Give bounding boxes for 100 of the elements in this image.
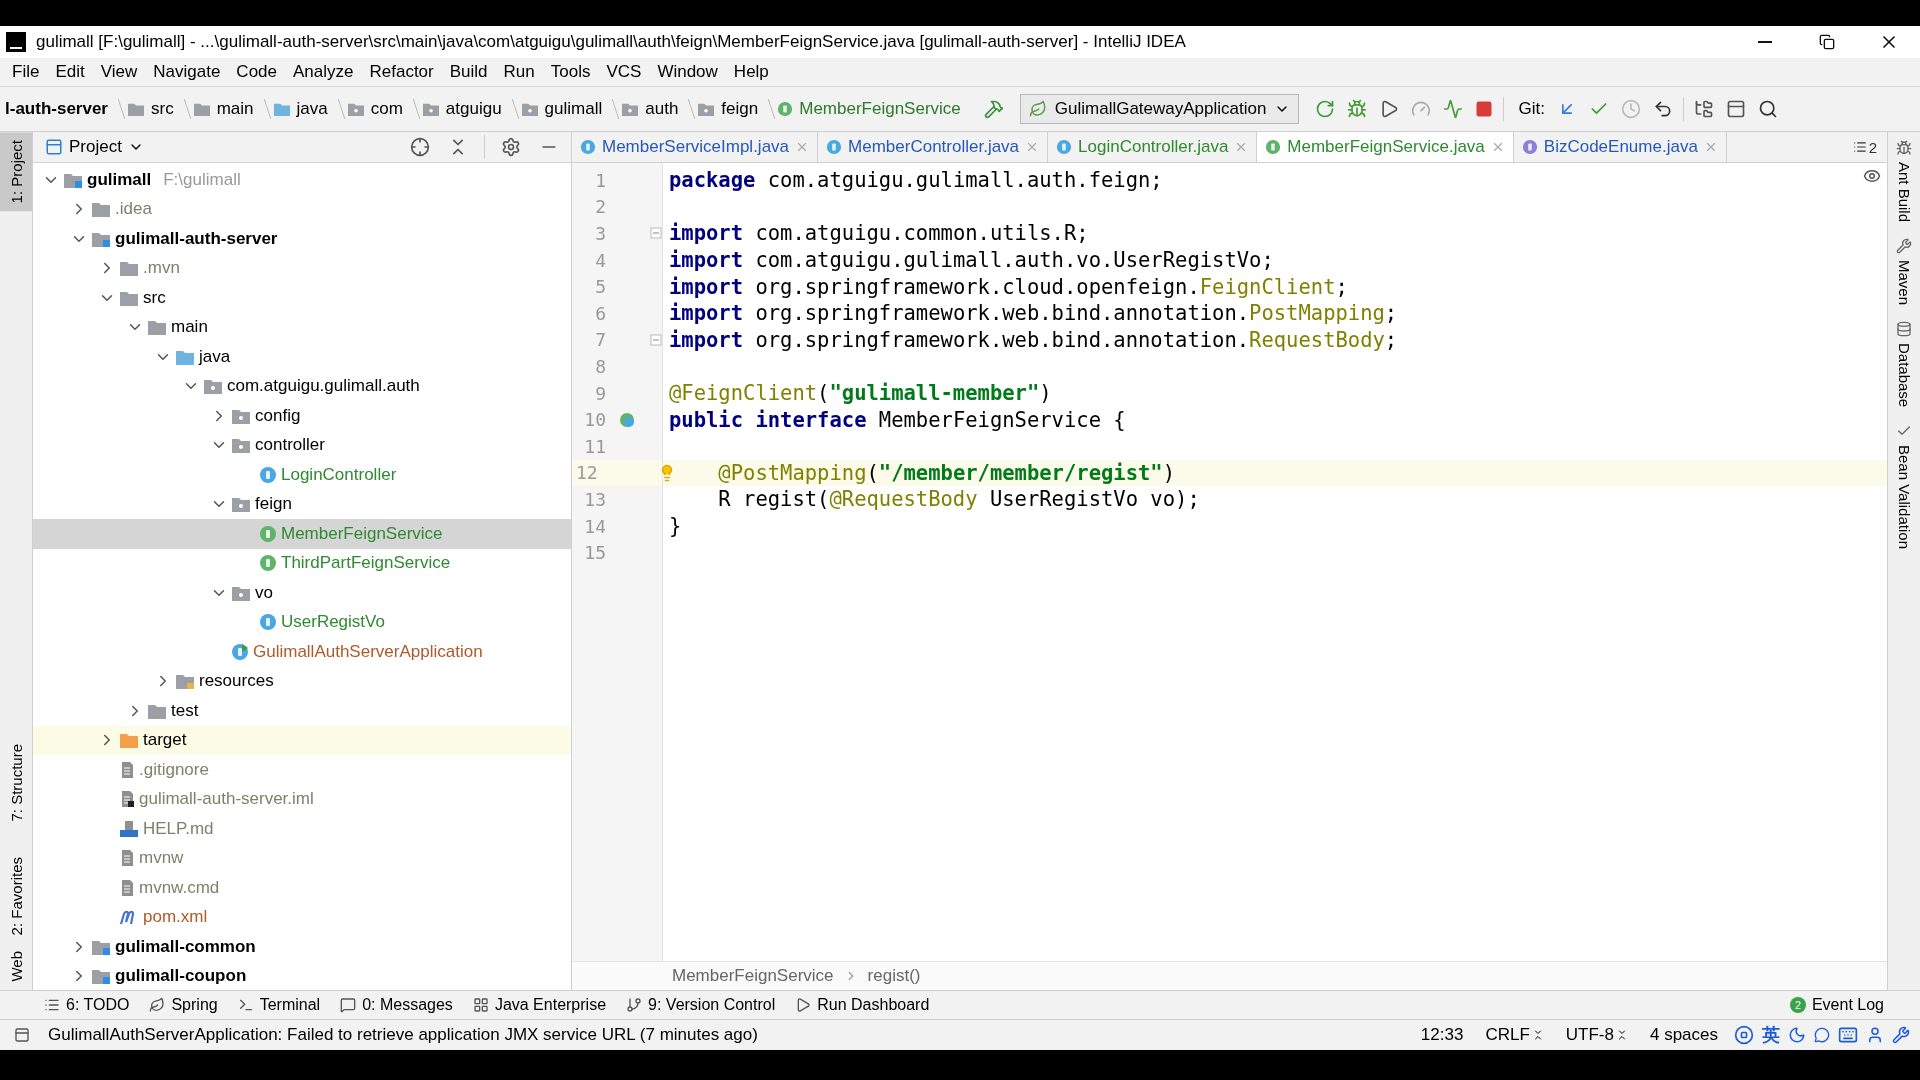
tree-item[interactable]: pom.xml xyxy=(33,902,571,932)
line-separator[interactable]: CRLF xyxy=(1479,1025,1550,1045)
tree-item[interactable]: gulimall-common xyxy=(33,932,571,962)
tree-item[interactable]: test xyxy=(33,696,571,726)
tree-item[interactable]: GulimallAuthServerApplication xyxy=(33,637,571,667)
breadcrumb-item[interactable]: auth xyxy=(616,99,684,119)
editor-tab[interactable]: MemberController.java xyxy=(818,132,1049,162)
tree-item[interactable]: vo xyxy=(33,578,571,608)
breadcrumb-item[interactable]: MemberFeignService xyxy=(772,99,966,119)
tree-item[interactable]: gulimall-coupon xyxy=(33,961,571,990)
tree-item[interactable]: .idea xyxy=(33,194,571,224)
ime-logo-icon[interactable] xyxy=(1734,1025,1754,1045)
tree-item[interactable]: com.atguigu.gulimall.auth xyxy=(33,371,571,401)
indent-setting[interactable]: 4 spaces xyxy=(1643,1025,1724,1045)
tree-item[interactable]: UserRegistVo xyxy=(33,607,571,637)
folder-icon xyxy=(91,967,111,986)
tool-window-tab[interactable]: 0: Messages xyxy=(340,996,453,1014)
tool-window-tab[interactable]: Bean Validation xyxy=(1888,415,1920,558)
menu-item[interactable]: View xyxy=(92,62,146,82)
tree-item[interactable]: java xyxy=(33,342,571,372)
vcs-icon xyxy=(626,997,643,1013)
menu-item[interactable]: File xyxy=(4,62,48,82)
tree-item[interactable]: controller xyxy=(33,430,571,460)
interface-icon xyxy=(259,554,277,573)
tool-window-tab[interactable]: 9: Version Control xyxy=(626,996,776,1014)
class-icon xyxy=(231,642,249,661)
tree-item[interactable]: main xyxy=(33,312,571,342)
breadcrumb-item[interactable]: feign xyxy=(692,99,764,119)
editor-tab[interactable]: MemberFeignService.java xyxy=(1257,132,1514,162)
tool-window-tab[interactable]: Spring xyxy=(149,996,218,1014)
line-number: 11 xyxy=(583,435,606,457)
editor-tab[interactable]: BizCodeEnume.java xyxy=(1513,132,1727,162)
menu-item[interactable]: Code xyxy=(228,62,285,82)
tab-list-button[interactable]: 2 xyxy=(1842,132,1887,162)
tree-item[interactable]: gulimall F:\gulimall xyxy=(33,165,571,195)
tree-item[interactable]: target xyxy=(33,725,571,755)
tree-item[interactable]: gulimall-auth-server.iml xyxy=(33,784,571,814)
breadcrumb-item[interactable]: java xyxy=(267,99,333,119)
layout-icon[interactable] xyxy=(14,1027,30,1043)
tree-item[interactable]: src xyxy=(33,283,571,313)
tree-item[interactable]: resources xyxy=(33,666,571,696)
breadcrumb-item[interactable]: MemberFeignService xyxy=(672,966,834,986)
breadcrumb-item[interactable]: gulimall xyxy=(515,99,608,119)
tree-item[interactable]: config xyxy=(33,401,571,431)
tool-window-tab[interactable]: 1: Project xyxy=(0,132,32,212)
folder-icon xyxy=(621,101,640,117)
user-icon[interactable] xyxy=(1866,1026,1884,1044)
tree-item[interactable]: HELP.md xyxy=(33,814,571,844)
event-log-tab[interactable]: 2 Event Log xyxy=(1789,996,1884,1014)
file-encoding[interactable]: UTF-8 xyxy=(1559,1025,1634,1045)
fold-marker-icon[interactable] xyxy=(650,333,662,346)
tool-window-tab[interactable]: Java Enterprise xyxy=(472,996,607,1014)
tree-item[interactable]: gulimall-auth-server xyxy=(33,224,571,254)
menu-item[interactable]: Help xyxy=(725,62,777,82)
tool-window-tab[interactable]: 7: Structure xyxy=(0,735,32,830)
menu-item[interactable]: Edit xyxy=(47,62,93,82)
interface-icon xyxy=(777,101,794,117)
menu-item[interactable]: Tools xyxy=(542,62,599,82)
menu-item[interactable]: Build xyxy=(441,62,496,82)
run-configuration-dropdown[interactable]: GulimallGatewayApplication xyxy=(1019,94,1300,124)
tool-window-tab[interactable]: 6: TODO xyxy=(44,996,130,1014)
tool-window-tab[interactable]: 2: Favorites xyxy=(0,849,32,944)
fold-marker-icon[interactable] xyxy=(650,227,662,240)
code-line: import org.springframework.web.bind.annotation.RequestBody; xyxy=(669,327,1398,352)
tree-item[interactable]: ThirdPartFeignService xyxy=(33,548,571,578)
tool-window-tab[interactable]: Ant Build xyxy=(1888,132,1920,231)
tool-window-tab[interactable]: Terminal xyxy=(237,996,321,1014)
tool-window-tab[interactable]: Web xyxy=(0,943,32,990)
editor-tab[interactable]: MemberServiceImpl.java xyxy=(572,132,819,162)
menu-item[interactable]: Analyze xyxy=(285,62,362,82)
tree-item[interactable]: feign xyxy=(33,489,571,519)
tool-window-tab[interactable]: Maven xyxy=(1888,230,1920,314)
breadcrumb-item[interactable]: com xyxy=(341,99,408,119)
keyboard-icon[interactable] xyxy=(1838,1025,1858,1045)
tree-item[interactable]: LoginController xyxy=(33,460,571,490)
line-number: 15 xyxy=(583,542,606,564)
tree-item[interactable]: .mvn xyxy=(33,253,571,283)
breadcrumb-item[interactable]: atguigu xyxy=(416,99,507,119)
breadcrumb-item[interactable]: regist() xyxy=(867,966,921,986)
breadcrumb-item[interactable]: main xyxy=(187,99,259,119)
menu-item[interactable]: VCS xyxy=(598,62,650,82)
tool-window-tab[interactable]: Run Dashboard xyxy=(795,996,930,1014)
project-view-dropdown[interactable]: Project xyxy=(39,136,150,158)
eye-icon[interactable] xyxy=(1863,167,1881,185)
menu-item[interactable]: Window xyxy=(649,62,726,82)
caret-position[interactable]: 12:33 xyxy=(1414,1025,1470,1045)
menu-item[interactable]: Refactor xyxy=(361,62,442,82)
menu-item[interactable]: Navigate xyxy=(145,62,229,82)
tree-item[interactable]: mvnw xyxy=(33,843,571,873)
ime-language[interactable]: 英 xyxy=(1762,1023,1780,1047)
menu-item[interactable]: Run xyxy=(495,62,543,82)
breadcrumb-item[interactable]: l-auth-server xyxy=(0,99,113,119)
moon-icon[interactable] xyxy=(1788,1026,1806,1044)
wrench-icon[interactable] xyxy=(1892,1026,1910,1044)
tool-window-tab[interactable]: Database xyxy=(1888,313,1920,416)
tree-item[interactable]: .gitignore xyxy=(33,755,571,785)
breadcrumb-item[interactable]: src xyxy=(122,99,179,119)
tree-item[interactable]: mvnw.cmd xyxy=(33,873,571,903)
folder-icon xyxy=(147,318,167,337)
interface-icon xyxy=(259,524,277,543)
